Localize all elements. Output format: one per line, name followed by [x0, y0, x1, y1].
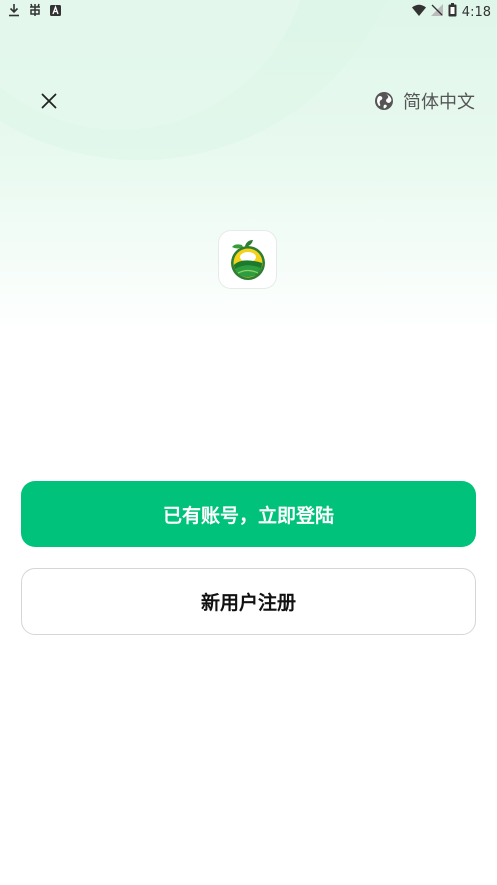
- a-icon: [50, 4, 61, 16]
- app-logo: [219, 231, 276, 288]
- background: [0, 0, 497, 885]
- language-label: 简体中文: [403, 92, 475, 113]
- language-switcher[interactable]: 简体中文: [374, 88, 475, 114]
- download-icon: [8, 3, 20, 17]
- status-bar-right: 4:18: [411, 3, 491, 21]
- status-bar-left: [8, 3, 61, 17]
- bug-icon: [28, 3, 42, 17]
- status-time: 4:18: [461, 4, 491, 20]
- login-button[interactable]: 已有账号，立即登陆: [21, 481, 476, 547]
- login-button-label: 已有账号，立即登陆: [162, 504, 334, 527]
- battery-icon: [448, 3, 457, 21]
- wifi-icon: [411, 4, 426, 20]
- close-icon: [41, 93, 57, 109]
- app-logo-icon: [230, 239, 265, 280]
- no-signal-icon: [430, 4, 443, 20]
- register-button-label: 新用户注册: [200, 592, 296, 614]
- globe-icon: [374, 91, 394, 111]
- register-button[interactable]: 新用户注册: [21, 568, 476, 635]
- status-bar: 4:18: [0, 0, 497, 24]
- close-button[interactable]: [34, 86, 64, 116]
